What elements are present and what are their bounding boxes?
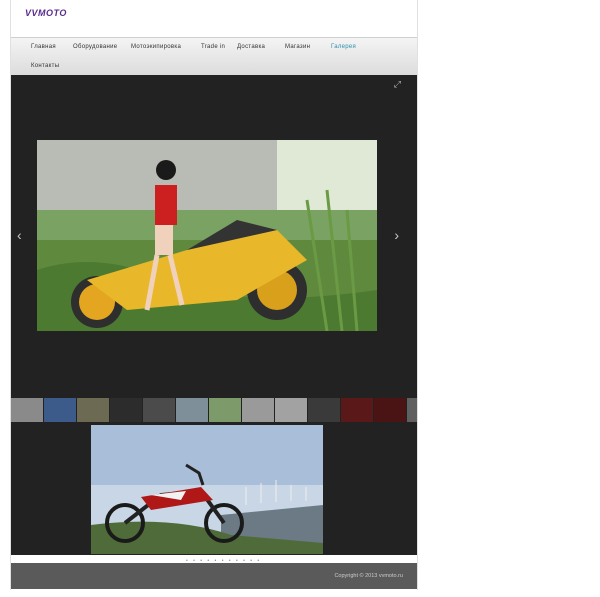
nav-item-equipment[interactable]: Оборудование	[73, 44, 117, 50]
nav-item-contacts[interactable]: Контакты	[31, 63, 59, 69]
thumbnail[interactable]	[308, 398, 340, 422]
nav-item-trade-in[interactable]: Trade in	[201, 44, 225, 50]
nav-item-home[interactable]: Главная	[31, 44, 56, 50]
main-photo-illustration	[37, 140, 377, 331]
copyright-text: Copyright © 2013 vvmoto.ru	[334, 573, 403, 579]
header: VVMOTO	[11, 0, 417, 36]
thumbnail[interactable]	[77, 398, 109, 422]
thumbnail[interactable]	[407, 398, 417, 422]
thumbnail[interactable]	[176, 398, 208, 422]
nav-item-moto-gear[interactable]: Мотоэкипировка	[131, 44, 181, 50]
thumbnail[interactable]	[242, 398, 274, 422]
thumbnail[interactable]	[374, 398, 406, 422]
thumbnail[interactable]	[110, 398, 142, 422]
thumbnail[interactable]	[44, 398, 76, 422]
next-arrow-icon[interactable]: ›	[394, 227, 399, 243]
site-logo[interactable]: VVMOTO	[25, 8, 67, 18]
thumbnail[interactable]	[341, 398, 373, 422]
page-frame: VVMOTO Главная Оборудование Мотоэкипиров…	[10, 0, 418, 590]
thumbnail[interactable]	[11, 398, 43, 422]
secondary-gallery-image[interactable]	[91, 425, 323, 554]
main-gallery-image[interactable]	[37, 140, 377, 331]
nav-item-gallery[interactable]: Галерея	[331, 44, 356, 50]
gallery-viewer: ⤢ ‹ ›	[11, 75, 417, 555]
thumbnail[interactable]	[143, 398, 175, 422]
prev-arrow-icon[interactable]: ‹	[17, 227, 22, 243]
fullscreen-icon[interactable]: ⤢	[394, 79, 401, 90]
main-nav: Главная Оборудование Мотоэкипировка Trad…	[11, 37, 417, 75]
thumbnail-strip	[11, 398, 417, 422]
secondary-photo-illustration	[91, 425, 323, 554]
nav-item-shop[interactable]: Магазин	[285, 44, 310, 50]
nav-item-delivery[interactable]: Доставка	[237, 44, 265, 50]
footer: Copyright © 2013 vvmoto.ru	[11, 563, 417, 589]
thumbnail[interactable]	[275, 398, 307, 422]
thumbnail[interactable]	[209, 398, 241, 422]
